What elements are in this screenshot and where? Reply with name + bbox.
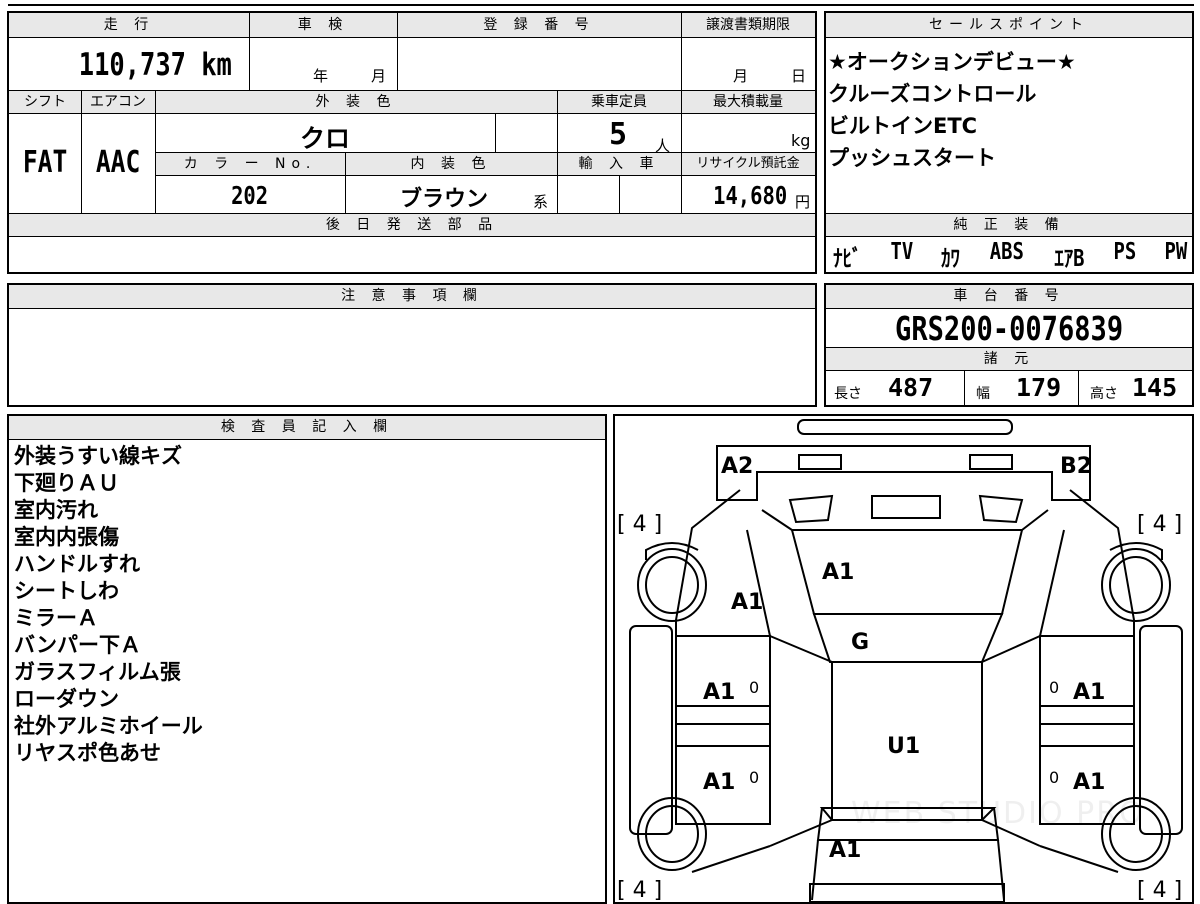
sales-points-header: セールスポイント <box>826 13 1192 38</box>
shaken-header: 車 検 <box>249 13 397 38</box>
length-value: 487 <box>888 373 934 402</box>
inspector-notes: 外装うすい線キズ 下廻りＡＵ 室内汚れ 室内内張傷 ハンドルすれ シートしわ ミ… <box>14 443 203 767</box>
note-line: ローダウン <box>14 687 119 711</box>
caution-header: 注 意 事 項 欄 <box>9 285 815 309</box>
mileage-value: 110,737 km <box>79 47 233 83</box>
diagram-front-left: A2 <box>721 454 754 479</box>
recycle-value: 14,680 <box>712 181 787 210</box>
sales-point: クルーズコントロール <box>828 82 1037 106</box>
import-header: 輸 入 車 <box>557 152 681 176</box>
sales-points-panel: セールスポイント ★オークションデビュー★ クルーズコントロール ビルトインET… <box>824 11 1194 274</box>
capacity-header: 乗車定員 <box>557 90 681 114</box>
sales-point: プッシュスタート <box>828 146 996 170</box>
diagram-rear-door-left: A1 <box>703 770 736 795</box>
note-line: ガラスフィルム張 <box>14 660 181 684</box>
note-line: 外装うすい線キズ <box>14 444 182 468</box>
deadline-day: 日 <box>791 67 807 85</box>
sales-point: ビルトインETC <box>828 114 978 138</box>
equipment-item: TV <box>890 239 914 265</box>
interior-color-value: ブラウン <box>399 187 488 212</box>
diagram-door-mark: 0 <box>749 768 760 787</box>
spec-header: 諸 元 <box>826 347 1192 371</box>
length-label: 長さ <box>834 386 862 402</box>
note-line: ハンドルすれ <box>14 552 140 576</box>
diagram-front-right: B2 <box>1060 454 1093 479</box>
equipment-item: PS <box>1113 239 1137 265</box>
mileage-header: 走 行 <box>9 13 249 38</box>
chassis-panel: 車 台 番 号 GRS200-0076839 諸 元 長さ 487 幅 179 … <box>824 283 1194 407</box>
color-number-header: カ ラ ー No. <box>155 152 345 176</box>
recycle-header: リサイクル預託金 <box>681 152 815 176</box>
exterior-color-value: クロ <box>299 124 350 153</box>
inspector-header: 検 査 員 記 入 欄 <box>9 416 605 440</box>
note-line: ミラーＡ <box>14 606 98 630</box>
shift-value: FAT <box>22 145 68 180</box>
diagram-windshield: G <box>851 630 870 655</box>
recycle-unit: 円 <box>795 193 811 211</box>
height-value: 145 <box>1132 373 1178 402</box>
tire-rear-right: [ 4 ] <box>1137 878 1183 903</box>
diagram-door-mark: 0 <box>1049 768 1060 787</box>
equipment-item: ABS <box>989 239 1024 265</box>
diagram-trunk: A1 <box>829 838 862 863</box>
watermark: WEB STUDIO PRO <box>851 796 1145 831</box>
tire-rear-left: [ 4 ] <box>617 878 663 903</box>
caution-panel: 注 意 事 項 欄 <box>7 283 817 407</box>
width-value: 179 <box>1016 373 1062 402</box>
diagram-door-mark: 0 <box>1049 678 1060 697</box>
height-label: 高さ <box>1090 386 1118 402</box>
inspector-panel: 検 査 員 記 入 欄 外装うすい線キズ 下廻りＡＵ 室内汚れ 室内内張傷 ハン… <box>7 414 607 904</box>
note-line: バンパー下Ａ <box>14 633 142 657</box>
shaken-month: 月 <box>371 67 387 85</box>
registration-header: 登 録 番 号 <box>397 13 681 38</box>
interior-color-header: 内 装 色 <box>345 152 557 176</box>
chassis-number: GRS200-0076839 <box>894 309 1124 348</box>
note-line: リヤスポ色あせ <box>14 741 161 765</box>
diagram-hood: A1 <box>822 560 855 585</box>
capacity-value: 5 <box>609 117 628 152</box>
equipment-header: 純 正 装 備 <box>826 213 1192 237</box>
shaken-year: 年 <box>313 67 329 85</box>
note-line: 下廻りＡＵ <box>14 471 119 495</box>
diagram-front-door-left: A1 <box>703 680 736 705</box>
diagram-rear-door-right: A1 <box>1073 770 1106 795</box>
color-number-value: 202 <box>231 181 269 210</box>
tire-front-left: [ 4 ] <box>617 512 663 537</box>
width-label: 幅 <box>976 386 990 402</box>
equipment-item: ｴｱB <box>1054 246 1085 272</box>
equipment-item: PW <box>1164 239 1188 265</box>
ac-header: エアコン <box>81 90 155 114</box>
tire-front-right: [ 4 ] <box>1137 512 1183 537</box>
exterior-color-header: 外 装 色 <box>155 90 557 114</box>
sales-points-list: ★オークションデビュー★ クルーズコントロール ビルトインETC プッシュスター… <box>828 46 1076 174</box>
info-table: 走 行 車 検 登 録 番 号 譲渡書類期限 110,737 km 年 月 月 … <box>7 11 817 274</box>
interior-color-suffix: 系 <box>533 193 549 211</box>
deadline-month: 月 <box>733 67 749 85</box>
note-line: 室内汚れ <box>14 498 98 522</box>
equipment-item: ﾅﾋﾞ <box>833 246 862 272</box>
chassis-header: 車 台 番 号 <box>826 285 1192 309</box>
diagram-roof: U1 <box>887 734 921 759</box>
diagram-front-door-right: A1 <box>1073 680 1106 705</box>
maxload-unit: kg <box>791 131 811 150</box>
maxload-header: 最大積載量 <box>681 90 815 114</box>
note-line: シートしわ <box>14 579 119 603</box>
note-line: 社外アルミホイール <box>14 714 203 738</box>
note-line: 室内内張傷 <box>14 525 119 549</box>
car-diagram-panel: A2 B2 A1 A1 G A1 0 0 A1 U1 A1 0 0 A1 A1 … <box>613 414 1194 904</box>
equipment-item: ｶﾜ <box>941 246 961 272</box>
deadline-header: 譲渡書類期限 <box>681 13 815 38</box>
diagram-front-fender-left: A1 <box>731 590 764 615</box>
equipment-list: ﾅﾋﾞ TV ｶﾜ ABS ｴｱB PS PW <box>830 239 1190 273</box>
top-strip <box>8 0 1194 6</box>
diagram-door-mark: 0 <box>749 678 760 697</box>
sales-point: ★オークションデビュー★ <box>828 50 1076 74</box>
shift-header: シフト <box>9 90 81 114</box>
ac-value: AAC <box>95 145 141 180</box>
later-parts-header: 後 日 発 送 部 品 <box>9 213 815 237</box>
